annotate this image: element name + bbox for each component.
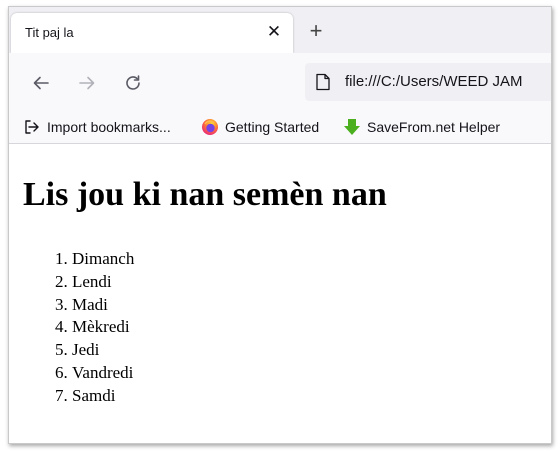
reload-icon [126, 75, 140, 90]
bookmark-getting-started[interactable]: Getting Started [201, 117, 319, 137]
days-list: Dimanch Lendi Madi Mèkredi Jedi Vandredi… [33, 248, 134, 408]
firefox-icon [202, 119, 218, 135]
url-text[interactable]: file:///C:/Users/WEED JAM [345, 73, 523, 90]
close-icon[interactable]: ✕ [263, 21, 285, 43]
arrow-left-icon [33, 76, 49, 90]
page-content: Lis jou ki nan semèn nan Dimanch Lendi M… [9, 144, 551, 443]
file-icon [316, 73, 330, 91]
bookmark-label: SaveFrom.net Helper [367, 119, 501, 135]
bookmark-savefrom[interactable]: SaveFrom.net Helper [343, 117, 500, 137]
arrow-right-icon [79, 76, 95, 90]
list-item: Madi [72, 294, 134, 317]
bookmarks-toolbar: Import bookmarks... Getting Started Save… [9, 111, 551, 144]
list-item: Samdi [72, 385, 134, 408]
tab-active[interactable]: Tit paj la ✕ [11, 13, 293, 53]
list-item: Lendi [72, 271, 134, 294]
tab-title: Tit paj la [25, 25, 74, 40]
bookmark-label: Import bookmarks... [47, 119, 171, 135]
tab-strip: Tit paj la ✕ + [9, 7, 551, 53]
import-icon [25, 120, 39, 134]
list-item: Vandredi [72, 362, 134, 385]
browser-window: Tit paj la ✕ + file:///C:/Users/WEED JAM… [8, 6, 552, 444]
back-button[interactable] [25, 67, 57, 99]
list-item: Dimanch [72, 248, 134, 271]
nav-bar: file:///C:/Users/WEED JAM [9, 53, 551, 115]
forward-button[interactable] [71, 67, 103, 99]
reload-button[interactable] [117, 67, 149, 99]
savefrom-icon [344, 119, 360, 135]
bookmark-import[interactable]: Import bookmarks... [23, 117, 171, 137]
new-tab-button[interactable]: + [303, 19, 329, 45]
list-item: Jedi [72, 339, 134, 362]
url-bar[interactable]: file:///C:/Users/WEED JAM [305, 63, 551, 101]
list-item: Mèkredi [72, 316, 134, 339]
page-heading: Lis jou ki nan semèn nan [23, 176, 387, 213]
bookmark-label: Getting Started [225, 119, 320, 135]
